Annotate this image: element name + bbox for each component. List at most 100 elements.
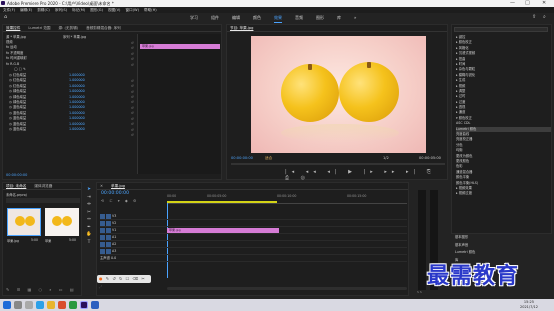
app-icon[interactable] <box>69 301 77 309</box>
ripple-edit-icon[interactable]: ⇹ <box>85 201 93 209</box>
hand-icon[interactable]: ✋ <box>85 231 93 239</box>
premiere-logo-icon <box>1 1 5 5</box>
workspace-more[interactable]: » <box>354 13 356 23</box>
track-toggle-icon[interactable] <box>100 227 105 233</box>
program-video-frame[interactable] <box>251 36 426 153</box>
app-icon[interactable] <box>58 301 66 309</box>
timeline-tools[interactable]: ⟲ ⊏ ▾ ◆ ⚙ <box>101 198 138 203</box>
effects-item[interactable]: ▸ 视频过渡 <box>456 191 551 196</box>
work-area-bar[interactable] <box>167 201 277 203</box>
tab-audio-mixer[interactable]: 音频剪辑混合器: 序列 <box>86 25 121 31</box>
home-icon[interactable]: ⌂ <box>4 13 7 22</box>
project-item-thumb[interactable] <box>7 208 41 236</box>
timeline-timecode[interactable]: 00:00:00:00 <box>101 191 129 196</box>
recorder-toolbar[interactable]: ● ✎ ↺ ↻ ☐ ⌫ ✂ ⤢ <box>97 275 151 289</box>
param-value[interactable]: 1.000000 <box>69 127 85 132</box>
thumb-apple-icon <box>15 216 25 226</box>
workspace-effects[interactable]: 效果 <box>274 13 282 23</box>
share-icon[interactable]: ⇪ <box>532 13 536 22</box>
workspace-libraries[interactable]: 库 <box>337 13 341 23</box>
maximize-button[interactable]: □ <box>525 0 530 7</box>
apple-left <box>281 64 339 122</box>
timeline-scrollbar[interactable] <box>167 287 407 290</box>
meter-channel <box>418 190 426 290</box>
timeline-close-icon[interactable]: ✕ <box>100 183 103 189</box>
slip-icon[interactable]: ↔ <box>85 216 93 224</box>
project-item-duration: 5:00 <box>31 238 38 242</box>
section-essential-graphics[interactable]: 基本图形 <box>455 234 551 242</box>
project-item-thumb[interactable] <box>45 208 79 236</box>
tab-media-browser[interactable]: 媒体浏览器 <box>34 183 52 189</box>
program-timecode[interactable]: 00:00:00:00 <box>231 156 253 160</box>
task-view-icon[interactable] <box>25 301 33 309</box>
timeline-ruler[interactable]: 00:00 00:00:05:00 00:00:10:00 00:00:15:0… <box>167 192 407 204</box>
tab-effect-controls[interactable]: 效果控件 <box>6 25 20 31</box>
mask-tools[interactable]: ◯ □ ✎ <box>6 67 134 72</box>
search-taskbar-icon[interactable] <box>14 301 22 309</box>
selection-tool-icon[interactable]: ➤ <box>85 186 93 194</box>
track-toggle-icon[interactable] <box>100 220 105 226</box>
track-a3: A3 <box>100 248 407 255</box>
clock[interactable]: 15:25 2021/7/12 <box>520 300 538 310</box>
project-bottom-tools[interactable]: ✎ ☰ ▦ ○ ⌕ ▭ ▤ <box>6 287 77 292</box>
tab-lumetri-scopes[interactable]: Lumetri 范围 <box>28 25 50 31</box>
pen-mask-icon[interactable]: ✎ <box>23 67 26 71</box>
workspace-graphics[interactable]: 图形 <box>316 13 324 23</box>
search-icon[interactable]: ⌕ <box>543 13 546 22</box>
track-toggle-icon[interactable] <box>100 248 105 254</box>
close-button[interactable]: ✕ <box>542 0 546 7</box>
razor-icon[interactable]: ✂ <box>85 209 93 217</box>
quality-dropdown[interactable]: 1/2 <box>383 156 389 160</box>
fit-dropdown[interactable]: 适合 <box>265 156 272 161</box>
tab-sequence[interactable]: 苹果.jpg <box>111 183 125 189</box>
ellipse-mask-icon[interactable]: ◯ <box>14 67 18 71</box>
workspace-audio[interactable]: 音频 <box>295 13 303 23</box>
type-icon[interactable]: T <box>85 239 93 247</box>
mini-timeline-clip[interactable]: 苹果.jpg <box>140 44 220 49</box>
tab-project[interactable]: 项目: 未命名 <box>6 183 26 189</box>
section-lumetri-color[interactable]: Lumetri 颜色 <box>455 249 551 257</box>
effect-mini-timeline[interactable]: 苹果.jpg <box>137 34 221 174</box>
tab-program[interactable]: 节目: 苹果.jpg <box>230 25 253 31</box>
lock-icon[interactable] <box>106 227 111 233</box>
track-toggle-icon[interactable] <box>100 234 105 240</box>
program-scrubber[interactable] <box>231 163 445 165</box>
tools-panel: ➤ ⇥ ⇹ ✂ ↔ ✒ ✋ T <box>85 186 93 252</box>
effect-controls-timecode[interactable]: 00:00:00:00 <box>6 173 27 177</box>
mute-icon[interactable] <box>106 241 111 247</box>
lock-icon[interactable] <box>106 220 111 226</box>
minimize-button[interactable]: — <box>510 0 515 7</box>
timeline-clip[interactable]: 苹果.jpg <box>167 228 279 233</box>
mute-icon[interactable] <box>106 234 111 240</box>
master-volume[interactable]: 0.0 <box>111 256 116 260</box>
workspace-learn[interactable]: 学习 <box>190 13 198 23</box>
source-label: 源 * 苹果.jpg <box>6 35 26 39</box>
transport-controls[interactable]: |◂ ◂◂ ◂| ▶ |▸ ▸▸ ▸| ⎘ ⎙ ◎ <box>285 169 447 181</box>
program-tabs: 节目: 苹果.jpg <box>227 25 447 32</box>
pen-icon[interactable]: ✒ <box>85 224 93 232</box>
lock-icon[interactable] <box>106 213 111 219</box>
section-essential-sound[interactable]: 基本声音 <box>455 242 551 250</box>
track-toggle-icon[interactable] <box>100 241 105 247</box>
rect-mask-icon[interactable]: □ <box>19 67 22 71</box>
mute-icon[interactable] <box>106 248 111 254</box>
apple-right <box>339 62 399 122</box>
project-search-input[interactable] <box>6 198 80 203</box>
workspace-assembly[interactable]: 组件 <box>211 13 219 23</box>
tab-source[interactable]: 源: (无剪辑) <box>59 25 79 31</box>
track-select-icon[interactable]: ⇥ <box>85 194 93 202</box>
workspace-color[interactable]: 颜色 <box>253 13 261 23</box>
workspace-editing[interactable]: 编辑 <box>232 13 240 23</box>
start-icon[interactable] <box>3 301 11 309</box>
track-toggle-icon[interactable] <box>100 213 105 219</box>
reset-icons[interactable]: ↺ ↺ ↺ ↺ ↺ ↺ ↺ ↺ ↺ ↺ ↺ ↺ ↺ ↺ ↺ ↺ <box>131 41 134 166</box>
premiere-taskbar-icon[interactable] <box>80 301 88 309</box>
thumb-apple-icon <box>52 216 62 226</box>
edge-icon[interactable] <box>36 301 44 309</box>
solo-icon[interactable]: S S <box>417 290 422 294</box>
explorer-icon[interactable] <box>47 301 55 309</box>
effects-search-input[interactable] <box>454 27 548 32</box>
word-icon[interactable] <box>91 301 99 309</box>
timeline-tabs: ✕ 苹果.jpg <box>97 183 408 190</box>
sequence-label[interactable]: 序列 * 苹果.jpg <box>63 34 86 39</box>
